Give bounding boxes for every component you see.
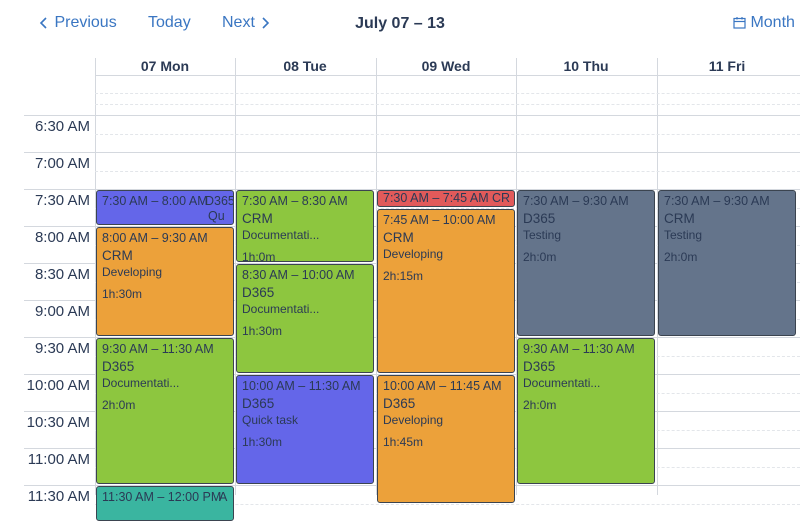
event-time: 7:30 AM – 7:45 AM: [383, 191, 489, 205]
time-label: 8:00 AM: [34, 229, 90, 246]
event-duration: 1h:45m: [383, 435, 424, 449]
event-title: D365: [383, 396, 416, 411]
event-title-inline: A: [219, 490, 228, 504]
event-type: Developing: [383, 246, 444, 261]
event-time: 7:30 AM – 9:30 AM: [664, 194, 770, 208]
calendar-event[interactable]: 9:30 AM – 11:30 AM D365 Documentati... 2h:0…: [517, 338, 655, 484]
time-label: 6:30 AM: [34, 118, 90, 135]
calendar-event[interactable]: 8:30 AM – 10:00 AM D365 Documentati... 1h:3…: [236, 264, 374, 373]
calendar-event[interactable]: 7:30 AM – 8:00 AM D365 Qu: [96, 190, 234, 225]
time-slot-subline: [95, 170, 800, 172]
time-label: 10:00 AM: [26, 377, 90, 394]
event-type: Testing: [523, 228, 562, 242]
event-time: 10:00 AM – 11:45 AM: [383, 379, 502, 393]
time-label: 9:30 AM: [34, 340, 90, 357]
event-time: 7:45 AM – 10:00 AM: [383, 212, 496, 227]
event-time: 8:30 AM – 10:00 AM: [242, 268, 355, 282]
time-label: 7:00 AM: [34, 155, 90, 172]
day-header-4[interactable]: 11 Fri: [657, 58, 797, 75]
calendar-event[interactable]: 10:00 AM – 11:45 AM D365 Developing 1h:45m: [377, 375, 515, 503]
event-duration: 1h:0m: [242, 250, 276, 262]
event-duration: 2h:0m: [523, 250, 557, 264]
event-title: D365: [102, 359, 135, 374]
event-type: Quick task: [242, 413, 299, 427]
event-title-inline: D365: [205, 194, 234, 208]
calendar-event[interactable]: 7:30 AM – 9:30 AM D365 Testing 2h:0m: [517, 190, 655, 336]
event-type: Documentati...: [523, 376, 601, 390]
time-label: 11:00 AM: [27, 451, 90, 468]
event-title: D365: [523, 359, 556, 374]
event-type: Developing: [102, 265, 163, 279]
event-duration: 2h:0m: [523, 398, 557, 412]
event-time: 7:30 AM – 9:30 AM: [523, 194, 629, 208]
calendar-event[interactable]: 7:30 AM – 9:30 AM CRM Testing 2h:0m: [658, 190, 796, 336]
time-label: 7:30 AM: [34, 192, 90, 209]
event-title: CRM: [242, 211, 273, 226]
day-header-2[interactable]: 09 Wed: [376, 58, 516, 75]
event-time: 8:00 AM – 9:30 AM: [102, 231, 208, 245]
event-type-inline: Qu: [208, 209, 225, 223]
event-time: 10:00 AM – 11:30 AM: [242, 379, 361, 393]
allday-subline: [95, 93, 800, 94]
event-title: CRM: [664, 211, 695, 226]
calendar-event[interactable]: 8:00 AM – 9:30 AM CRM Developing 1h:30m: [96, 227, 234, 336]
event-type: Testing: [664, 228, 703, 242]
header-separator: [95, 75, 800, 76]
time-slot-line: [24, 115, 800, 116]
day-header-1[interactable]: 08 Tue: [235, 58, 375, 75]
event-type: Documentati...: [102, 376, 180, 390]
calendar-event[interactable]: 10:00 AM – 11:30 AM D365 Quick task 1h:30m: [236, 375, 374, 484]
event-duration: 1h:30m: [102, 287, 143, 301]
calendar-event[interactable]: 7:45 AM – 10:00 AM CRM Developing 2h:15m: [377, 208, 515, 373]
allday-subline: [95, 104, 800, 105]
calendar-event[interactable]: 7:30 AM – 7:45 AM CR: [377, 190, 515, 207]
event-time: 9:30 AM – 11:30 AM: [102, 342, 214, 356]
event-title-inline: CR: [492, 191, 511, 205]
calendar-event[interactable]: 7:30 AM – 8:30 AM CRM Documentati... 1h:0m: [236, 190, 374, 262]
event-duration: 2h:0m: [102, 398, 136, 412]
event-time: 11:30 AM – 12:00 PM: [102, 490, 222, 504]
day-header-3[interactable]: 10 Thu: [516, 58, 656, 75]
day-header-0[interactable]: 07 Mon: [95, 58, 235, 75]
time-label: 11:30 AM: [27, 488, 90, 505]
event-type: Documentati...: [242, 228, 320, 242]
event-title: D365: [242, 285, 275, 300]
event-time: 9:30 AM – 11:30 AM: [523, 342, 635, 356]
event-title: CRM: [102, 248, 133, 263]
event-duration: 1h:30m: [242, 435, 283, 449]
event-title: D365: [523, 211, 556, 226]
time-label: 10:30 AM: [26, 414, 90, 431]
event-time: 7:30 AM – 8:30 AM: [242, 194, 348, 208]
time-slot-line: [24, 152, 800, 153]
calendar-event[interactable]: 11:30 AM – 12:00 PM A: [96, 486, 234, 521]
time-label: 8:30 AM: [34, 266, 90, 283]
event-duration: 1h:30m: [242, 324, 283, 338]
event-duration: 2h:0m: [664, 250, 698, 264]
event-type: Documentati...: [242, 302, 320, 316]
week-grid: 07 Mon 08 Tue 09 Wed 10 Thu 11 Fri 6:30 AM 7:0…: [0, 0, 800, 521]
event-type: Developing: [383, 413, 444, 427]
event-duration: 2h:15m: [383, 268, 424, 283]
time-slot-subline: [95, 133, 800, 135]
event-title: D365: [242, 396, 275, 411]
time-label: 9:00 AM: [34, 303, 90, 320]
event-title: CRM: [383, 229, 414, 245]
calendar-event[interactable]: 9:30 AM – 11:30 AM D365 Documentati... 2h:0…: [96, 338, 234, 484]
